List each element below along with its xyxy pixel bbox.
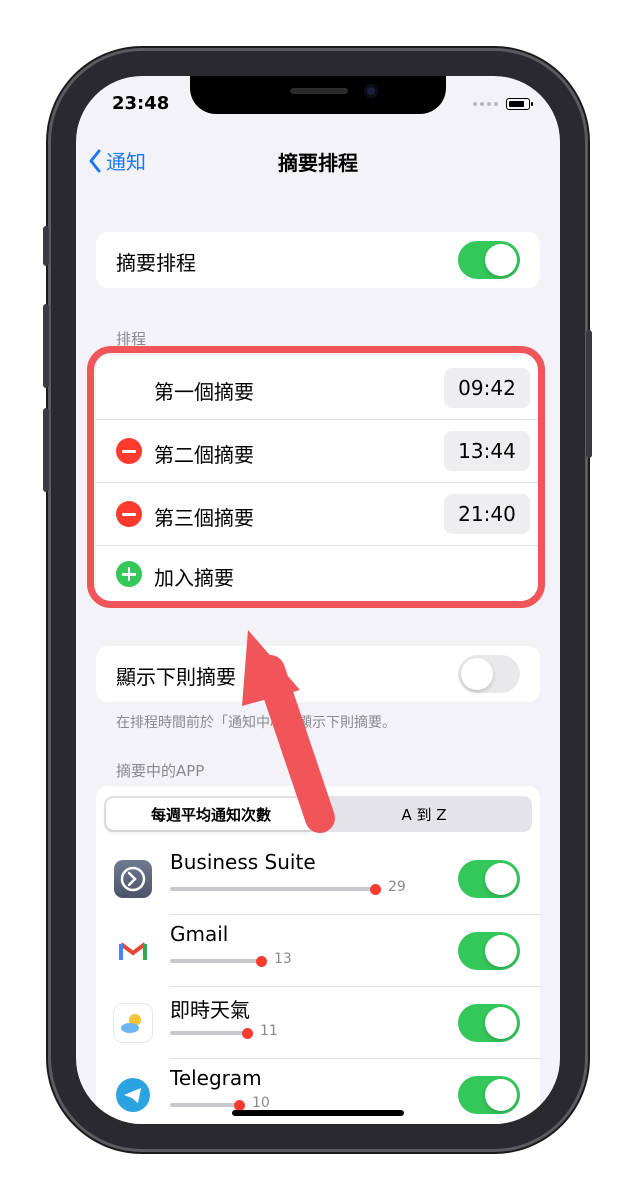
arrow-icon <box>242 630 335 833</box>
